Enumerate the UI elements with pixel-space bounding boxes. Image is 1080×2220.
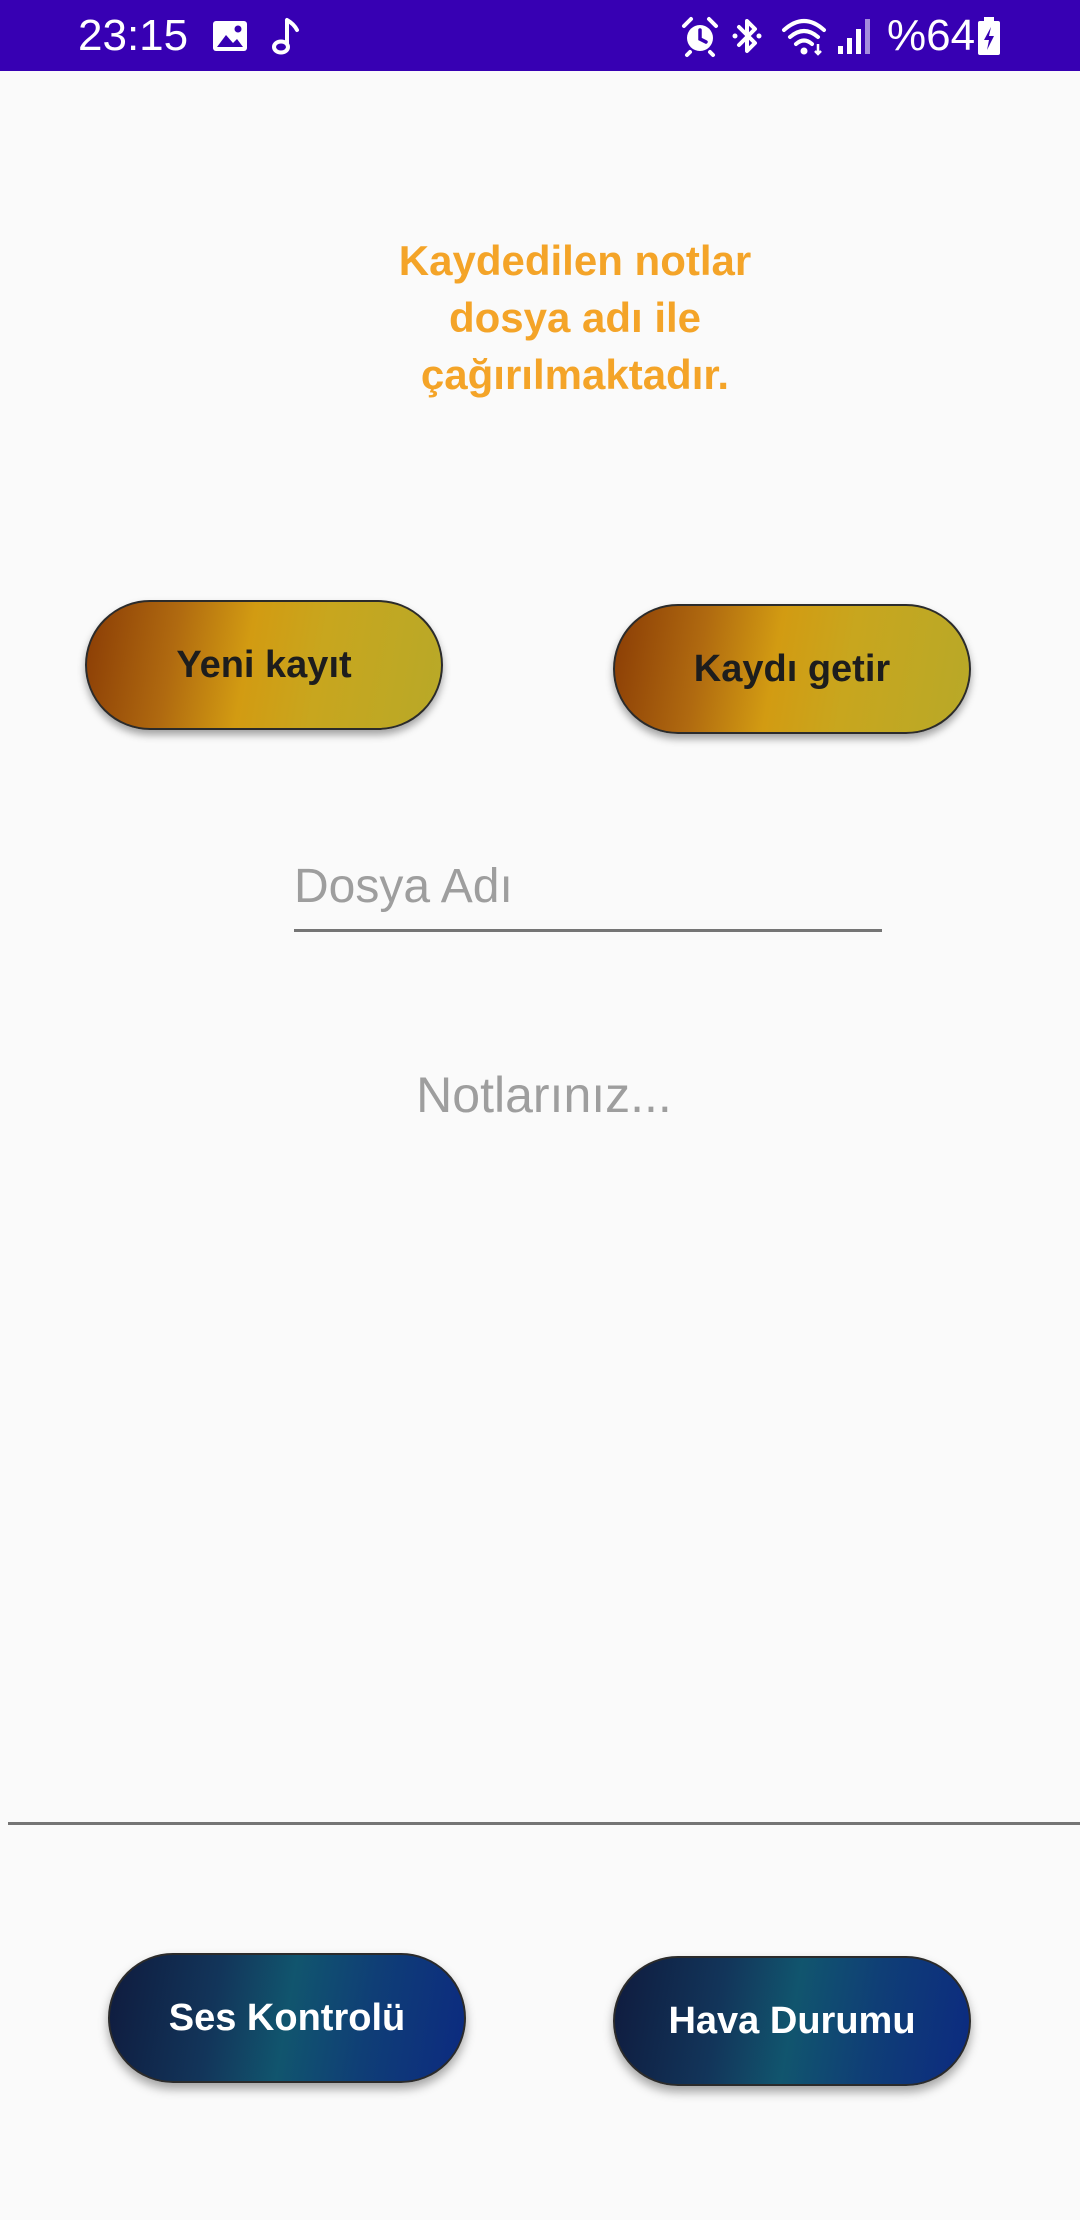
app-screen: 23:15 %64 Kaydedilen notlar dosya adı il… [0,0,1080,2220]
battery-percent: %64 [887,11,976,60]
status-time: 23:15 [78,11,189,60]
bluetooth-icon [732,19,762,53]
sound-control-button[interactable]: Ses Kontrolü [108,1953,466,2083]
image-icon [213,21,247,51]
wifi-icon [782,19,826,56]
file-name-input[interactable] [294,852,882,932]
new-record-button[interactable]: Yeni kayıt [85,600,443,730]
status-bar: 23:15 %64 [0,0,1080,71]
signal-icon [838,19,870,54]
notes-textarea[interactable] [8,1040,1080,1825]
weather-button[interactable]: Hava Durumu [613,1956,971,2086]
music-note-icon [272,18,299,55]
load-record-button[interactable]: Kaydı getir [613,604,971,734]
page-heading: Kaydedilen notlar dosya adı ile çağırılm… [398,237,752,398]
alarm-icon [682,17,718,57]
battery-charging-icon [978,17,1000,55]
